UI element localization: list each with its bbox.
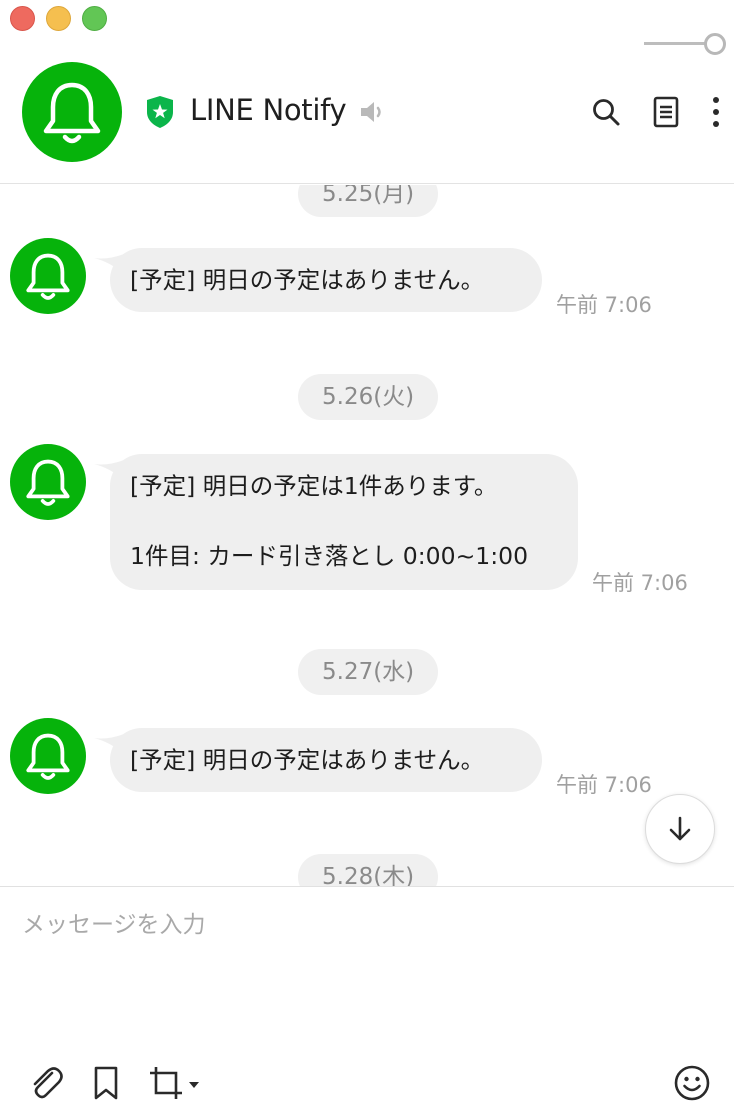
message-text: 1件目: カード引き落とし 0:00~1:00 (130, 542, 529, 570)
window-zoom-button[interactable] (82, 6, 107, 31)
date-separator: 5.26(火) (298, 374, 439, 420)
message-bubble[interactable]: [予定] 明日の予定はありません。 (94, 728, 542, 792)
message-bubble[interactable]: [予定] 明日の予定は1件あります。 1件目: カード引き落とし 0:00~1:… (94, 454, 578, 590)
sender-avatar[interactable] (10, 238, 86, 314)
speaker-icon (361, 102, 381, 122)
chat-header: LINE Notify (0, 60, 734, 184)
window-controls (10, 6, 107, 31)
more-vertical-icon (713, 97, 719, 127)
keep-button[interactable] (86, 1063, 126, 1103)
message-time: 午前 7:06 (556, 293, 652, 317)
bell-icon (26, 459, 70, 506)
bubble-tail (94, 460, 124, 480)
window-minimize-button[interactable] (46, 6, 71, 31)
notes-button[interactable] (646, 92, 686, 132)
message-text: [予定] 明日の予定は1件あります。 (130, 472, 498, 500)
arrow-down-icon (669, 816, 691, 841)
bell-icon (26, 253, 70, 300)
message-composer: メッセージを入力 (0, 886, 734, 1110)
profile-avatar[interactable] (22, 62, 122, 162)
date-separator: 5.28(木) (298, 854, 439, 886)
message-input[interactable]: メッセージを入力 (22, 905, 712, 939)
slider-knob[interactable] (704, 33, 726, 55)
window-opacity-slider[interactable] (644, 32, 728, 56)
search-button[interactable] (586, 92, 626, 132)
emoji-icon (674, 1065, 710, 1101)
screenshot-button[interactable] (148, 1063, 208, 1103)
window-close-button[interactable] (10, 6, 35, 31)
message-text: [予定] 明日の予定はありません。 (130, 266, 485, 294)
bookmark-icon (94, 1066, 118, 1100)
slider-track (644, 42, 710, 45)
date-separator: 5.27(水) (298, 649, 439, 695)
scroll-to-bottom-button[interactable] (645, 794, 715, 864)
paperclip-icon (33, 1067, 63, 1099)
emoji-button[interactable] (670, 1063, 714, 1103)
caret-down-icon (189, 1082, 199, 1088)
sender-avatar[interactable] (10, 718, 86, 794)
message-time: 午前 7:06 (556, 773, 652, 797)
chat-title: LINE Notify (190, 93, 347, 127)
message-list[interactable]: 5.25(月) [予定] 明日の予定はありません。 午前 7:06 5.26(火… (0, 185, 734, 886)
message-text: [予定] 明日の予定はありません。 (130, 746, 485, 774)
more-options-button[interactable] (696, 92, 734, 132)
shield-star-icon (147, 96, 173, 128)
bell-icon (26, 733, 70, 780)
bell-icon (43, 82, 101, 144)
note-icon (653, 96, 679, 128)
bubble-tail (94, 254, 124, 274)
sender-avatar[interactable] (10, 444, 86, 520)
search-icon (593, 99, 620, 126)
crop-icon (150, 1067, 182, 1099)
date-separator: 5.25(月) (298, 185, 439, 217)
attach-file-button[interactable] (26, 1063, 66, 1103)
message-bubble[interactable]: [予定] 明日の予定はありません。 (94, 248, 542, 312)
bubble-tail (94, 734, 124, 754)
message-time: 午前 7:06 (592, 571, 688, 595)
